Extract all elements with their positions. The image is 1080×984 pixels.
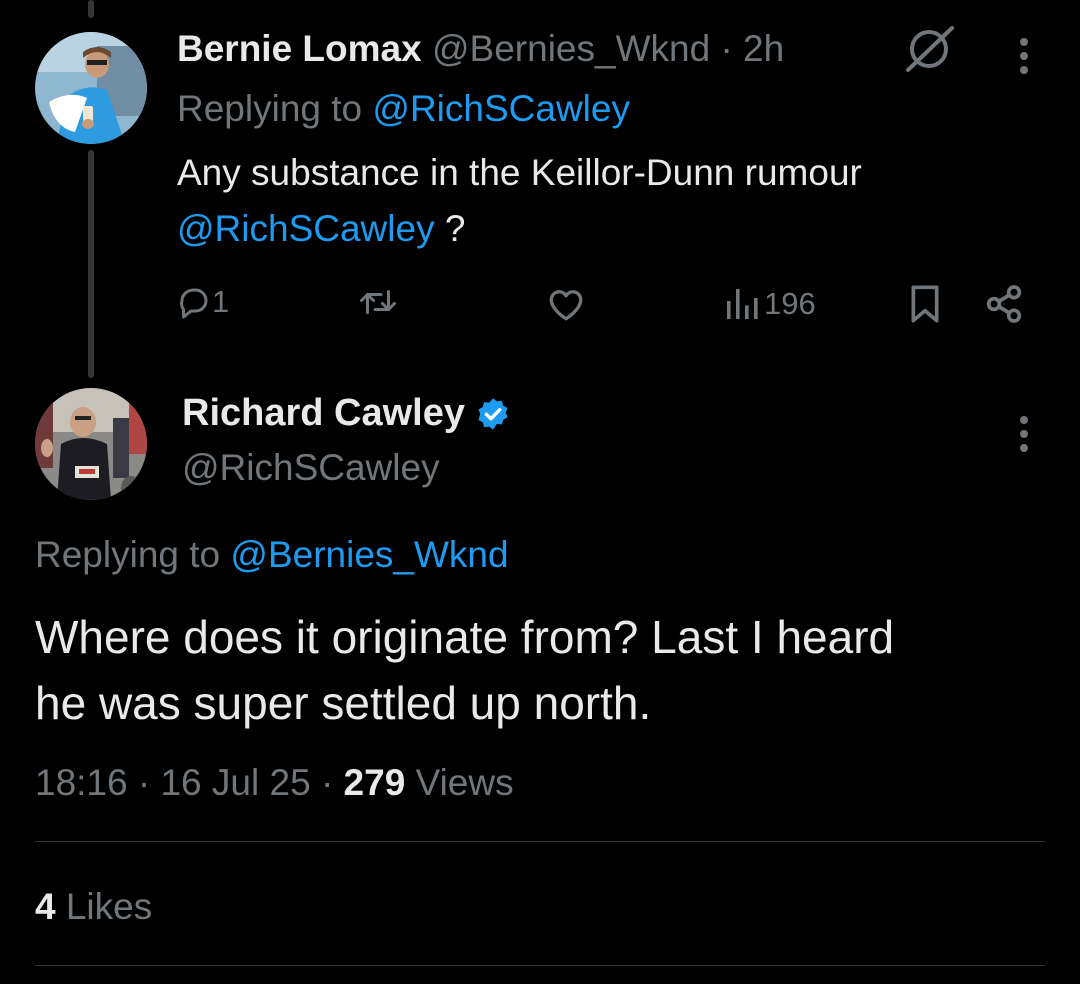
- likes-label: Likes: [65, 886, 153, 927]
- likes-count: 4: [35, 886, 56, 927]
- thread-line-top: [88, 0, 94, 18]
- tweet-text-suffix: ?: [444, 208, 466, 249]
- likes-summary[interactable]: 4 Likes: [35, 886, 152, 928]
- main-tweet-replying-to: Replying to @Bernies_Wknd: [35, 534, 509, 576]
- like-button[interactable]: [546, 286, 586, 322]
- tweet-text-mention[interactable]: @RichSCawley: [177, 208, 435, 249]
- main-tweet-text-line1: Where does it originate from? Last I hea…: [35, 611, 895, 663]
- main-tweet-author: Richard Cawley: [182, 392, 511, 435]
- share-icon: [984, 284, 1024, 324]
- reply-tweet-replying-to: Replying to @RichSCawley: [177, 88, 630, 130]
- avatar-bernie-lomax[interactable]: [35, 32, 147, 144]
- thread-line-middle: [88, 150, 94, 378]
- tweet-time[interactable]: 2h: [743, 28, 784, 69]
- meta-separator: ·: [320, 762, 334, 803]
- replying-to-label: Replying to: [35, 534, 221, 575]
- reply-icon: [176, 284, 212, 320]
- bookmark-button[interactable]: [908, 284, 942, 324]
- author-name[interactable]: Bernie Lomax: [177, 28, 422, 69]
- divider: [35, 841, 1045, 842]
- main-tweet-text-line2: he was super settled up north.: [35, 677, 652, 729]
- header-separator: ·: [720, 28, 733, 69]
- timestamp-date[interactable]: 16 Jul 25: [160, 762, 310, 803]
- reply-count: 1: [212, 284, 230, 319]
- views-button[interactable]: 196: [724, 286, 816, 322]
- main-tweet-meta: 18:16 · 16 Jul 25 · 279 Views: [35, 762, 514, 804]
- views-label: Views: [415, 762, 514, 803]
- views-icon: [724, 286, 760, 322]
- meta-separator: ·: [137, 762, 151, 803]
- more-icon[interactable]: [1018, 416, 1030, 452]
- replying-to-label: Replying to: [177, 88, 363, 129]
- share-button[interactable]: [984, 284, 1024, 324]
- timestamp-time[interactable]: 18:16: [35, 762, 128, 803]
- replying-to-mention[interactable]: @Bernies_Wknd: [230, 534, 508, 575]
- reply-tweet-text-line1: Any substance in the Keillor-Dunn rumour: [177, 152, 862, 193]
- author-handle[interactable]: @Bernies_Wknd: [432, 28, 710, 69]
- avatar-richard-cawley[interactable]: [35, 388, 147, 500]
- retweet-button[interactable]: [358, 284, 398, 320]
- verified-badge-icon: [475, 396, 511, 432]
- reply-tweet-text-line2: @RichSCawley ?: [177, 208, 465, 250]
- author-handle[interactable]: @RichSCawley: [182, 447, 440, 489]
- retweet-icon: [358, 284, 398, 320]
- grok-icon[interactable]: [904, 24, 956, 79]
- reply-button[interactable]: 1: [176, 284, 229, 320]
- bookmark-icon: [908, 284, 942, 324]
- more-icon[interactable]: [1018, 38, 1030, 74]
- reply-tweet-header: Bernie Lomax @Bernies_Wknd · 2h: [177, 28, 784, 70]
- views-count: 196: [764, 286, 816, 321]
- replying-to-mention[interactable]: @RichSCawley: [372, 88, 630, 129]
- views-count: 279: [343, 762, 406, 803]
- divider: [35, 965, 1045, 966]
- like-icon: [546, 286, 586, 322]
- author-name[interactable]: Richard Cawley: [182, 392, 465, 435]
